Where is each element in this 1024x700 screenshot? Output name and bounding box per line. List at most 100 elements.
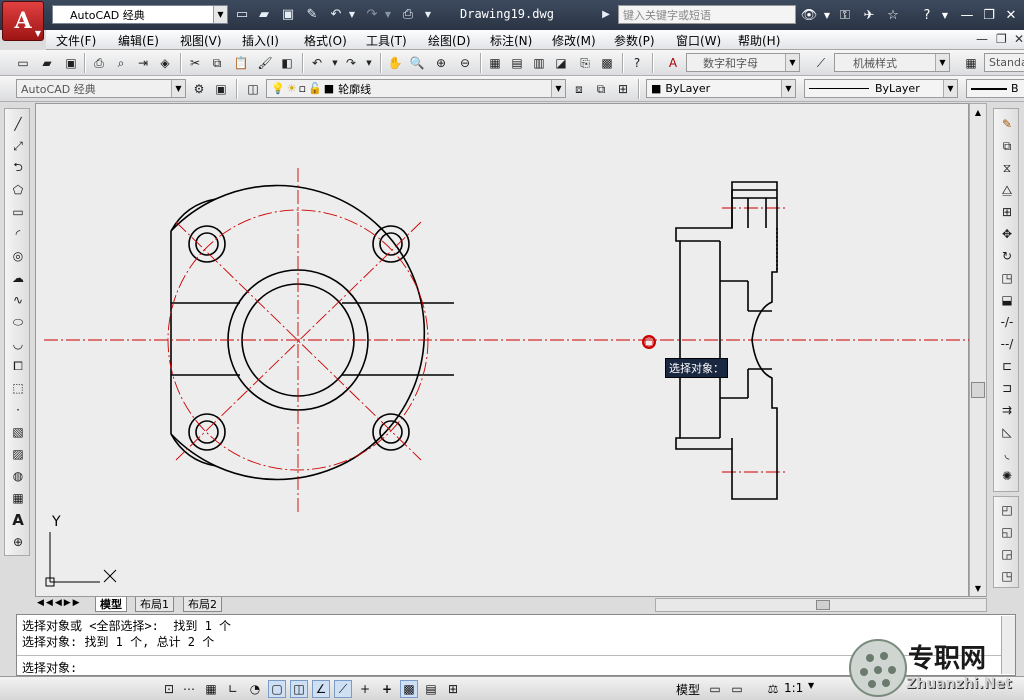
menu-insert[interactable]: 插入(I) [242,32,279,49]
copy-icon[interactable]: ⧉ [208,54,226,72]
copy-object-icon[interactable]: ⧉ [998,137,1016,155]
annotation-scale-icon[interactable]: ⚖ [764,680,782,698]
undo-icon[interactable]: ↶ [328,6,344,22]
redo-dropdown-icon[interactable]: ▼ [360,54,378,72]
make-block-icon[interactable]: ⬚ [9,379,27,397]
design-center-icon[interactable]: ▤ [508,54,526,72]
binoculars-icon[interactable]: 👁 [800,6,818,24]
chevron-down-icon[interactable]: ▼ [785,54,799,71]
tab-layout2[interactable]: 布局2 [183,597,222,612]
subscription-key-icon[interactable]: ⚿ [836,6,854,24]
grid-display-icon[interactable]: ▦ [202,680,220,698]
print-preview-icon[interactable]: ⌕ [112,54,130,72]
bring-to-front-icon[interactable]: ◰ [998,501,1016,519]
ortho-mode-icon[interactable]: ∟ [224,680,242,698]
rectangle-icon[interactable]: ▭ [9,203,27,221]
zoom-window-icon[interactable]: ⊕ [432,54,450,72]
chevron-down-icon[interactable]: ▼ [935,54,949,71]
save-icon[interactable]: ▣ [280,6,296,22]
menu-parametric[interactable]: 参数(P) [614,32,655,49]
dim-style-combo[interactable]: 机械样式 ▼ [834,53,950,72]
zoom-realtime-icon[interactable]: 🔍 [408,54,426,72]
trim-icon[interactable]: -/- [998,313,1016,331]
tab-nav-arrows-icon[interactable]: ◀◀◀▶▶ [37,598,82,608]
workspace-save-icon[interactable]: ▣ [212,80,230,98]
communication-center-icon[interactable]: ✈ [860,6,878,24]
circle-icon[interactable]: ◎ [9,247,27,265]
help-icon[interactable]: ? [918,6,936,24]
chevron-down-icon[interactable]: ▼ [213,6,227,23]
close-icon[interactable]: ✕ [1002,6,1020,24]
multiline-text-icon[interactable]: A [9,511,27,529]
publish-icon[interactable]: ⇥ [134,54,152,72]
ellipse-icon[interactable]: ⬭ [9,313,27,331]
vertical-scrollbar[interactable]: ▲ ▼ [969,103,987,597]
layer-properties-icon[interactable]: ◫ [244,80,262,98]
help-dropdown-icon[interactable]: ▼ [936,6,954,24]
stretch-icon[interactable]: ⬓ [998,291,1016,309]
quick-view-layouts-icon[interactable]: ▭ [706,680,724,698]
send-to-back-icon[interactable]: ◱ [998,523,1016,541]
menu-file[interactable]: 文件(F) [56,32,96,49]
doc-close-icon[interactable]: ✕ [1014,32,1024,46]
open-icon[interactable]: ▰ [38,54,56,72]
table-icon[interactable]: ▦ [9,489,27,507]
dim-style-icon[interactable]: ⟋ [812,54,830,72]
extend-icon[interactable]: --/ [998,335,1016,353]
quick-view-drawings-icon[interactable]: ▭ [728,680,746,698]
drawing-canvas[interactable]: Y 选择对象： [35,103,970,597]
scroll-thumb[interactable] [971,382,985,398]
open-folder-icon[interactable]: ▰ [256,6,272,22]
menu-draw[interactable]: 绘图(D) [428,32,471,49]
linetype-combo[interactable]: ByLayer ▼ [804,79,958,98]
tab-layout1[interactable]: 布局1 [135,597,174,612]
send-under-icon[interactable]: ◳ [998,567,1016,585]
menu-modify[interactable]: 修改(M) [552,32,596,49]
erase-icon[interactable]: ✎ [998,115,1016,133]
scroll-down-icon[interactable]: ▼ [972,582,984,594]
menu-view[interactable]: 视图(V) [180,32,222,49]
minimize-icon[interactable]: — [958,6,976,24]
qnew-icon[interactable]: ▭ [14,54,32,72]
doc-restore-icon[interactable]: ❐ [996,32,1007,46]
customize-dropdown-icon[interactable]: ▼ [420,6,436,22]
insert-block-icon[interactable]: ⧠ [9,357,27,375]
undo-dropdown-icon[interactable]: ▼ [344,6,360,22]
add-selected-icon[interactable]: ⊕ [9,533,27,551]
array-icon[interactable]: ⊞ [998,203,1016,221]
menu-format[interactable]: 格式(O) [304,32,347,49]
new-file-icon[interactable]: ▭ [234,6,250,22]
rotate-icon[interactable]: ↻ [998,247,1016,265]
redo-icon[interactable]: ↷ [342,54,360,72]
redo-icon[interactable]: ↷ [364,6,380,22]
line-icon[interactable]: ╱ [9,115,27,133]
save-icon[interactable]: ▣ [62,54,80,72]
join-icon[interactable]: ⇉ [998,401,1016,419]
favorites-star-icon[interactable]: ☆ [884,6,902,24]
break-icon[interactable]: ⊐ [998,379,1016,397]
polyline-icon[interactable]: ⮌ [9,159,27,177]
match-properties-icon[interactable]: 🖌 [256,54,274,72]
object-snap-icon[interactable]: ▢ [268,680,286,698]
hatch-icon[interactable]: ▧ [9,423,27,441]
application-menu-button[interactable]: A ▼ [2,1,44,41]
properties-icon[interactable]: ▦ [486,54,504,72]
explode-icon[interactable]: ✺ [998,467,1016,485]
move-icon[interactable]: ✥ [998,225,1016,243]
arc-icon[interactable]: ◜ [9,225,27,243]
workspace-switch-combo[interactable]: AutoCAD 经典 ▼ [52,5,228,24]
make-current-layer-icon[interactable]: ⧈ [570,80,588,98]
scale-icon[interactable]: ◳ [998,269,1016,287]
selection-cycling-icon[interactable]: ⊞ [444,680,462,698]
3d-object-snap-icon[interactable]: ◫ [290,680,308,698]
sheet-set-icon[interactable]: ◪ [552,54,570,72]
zoom-previous-icon[interactable]: ⊖ [456,54,474,72]
infer-constraints-icon[interactable]: ⊡ [160,680,178,698]
hscroll-thumb[interactable] [816,600,830,610]
transparency-icon[interactable]: ▩ [400,680,418,698]
command-prompt[interactable]: 选择对象: [22,659,77,676]
dynamic-input-icon[interactable]: + [356,680,374,698]
revision-cloud-icon[interactable]: ☁ [9,269,27,287]
doc-minimize-icon[interactable]: — [976,32,988,46]
table-style-icon[interactable]: ▦ [962,54,980,72]
